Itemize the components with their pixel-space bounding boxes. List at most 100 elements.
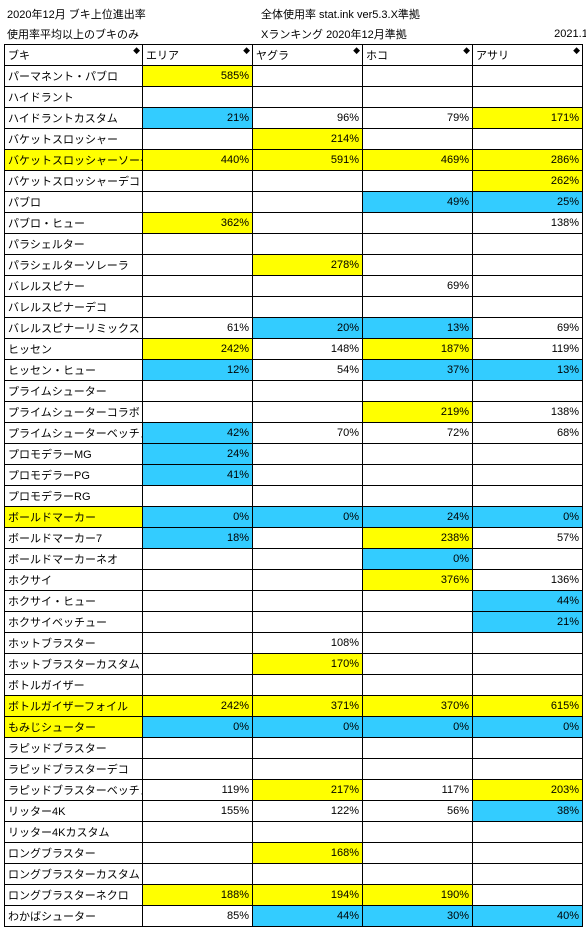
weapon-name-cell: ホットブラスター <box>5 633 143 654</box>
value-cell: 54% <box>253 360 363 381</box>
col-header-asari[interactable]: アサリ◆ <box>473 45 583 66</box>
meta-line2-left: 使用率平均以上のブキのみ <box>4 24 258 44</box>
header-row: ブキ◆ エリア◆ ヤグラ◆ ホコ◆ アサリ◆ <box>5 45 583 66</box>
value-cell <box>473 864 583 885</box>
value-cell: 18% <box>143 528 253 549</box>
value-cell: 0% <box>473 507 583 528</box>
value-cell: 37% <box>363 360 473 381</box>
table-row: ハイドラントカスタム21%96%79%171% <box>5 108 583 129</box>
weapon-name-cell: バレルスピナーデコ <box>5 297 143 318</box>
value-cell <box>363 297 473 318</box>
value-cell <box>253 675 363 696</box>
value-cell <box>363 675 473 696</box>
weapon-name-cell: リッター4K <box>5 801 143 822</box>
weapon-name-cell: パブロ・ヒュー <box>5 213 143 234</box>
table-row: ボトルガイザーフォイル242%371%370%615% <box>5 696 583 717</box>
table-row: バレルスピナーデコ <box>5 297 583 318</box>
sort-icon[interactable]: ◆ <box>133 46 140 55</box>
value-cell <box>253 465 363 486</box>
value-cell <box>253 402 363 423</box>
value-cell <box>143 675 253 696</box>
table-row: ホクサイベッチュー21% <box>5 612 583 633</box>
weapon-name-cell: バレルスピナー <box>5 276 143 297</box>
value-cell <box>143 843 253 864</box>
sort-icon[interactable]: ◆ <box>353 46 360 55</box>
weapon-name-cell: ボールドマーカー <box>5 507 143 528</box>
value-cell: 362% <box>143 213 253 234</box>
value-cell <box>253 192 363 213</box>
value-cell: 170% <box>253 654 363 675</box>
value-cell: 68% <box>473 423 583 444</box>
sort-icon[interactable]: ◆ <box>573 46 580 55</box>
table-row: わかばシューター85%44%30%40% <box>5 906 583 927</box>
value-cell: 24% <box>363 507 473 528</box>
table-row: ロングブラスターネクロ188%194%190% <box>5 885 583 906</box>
table-row: ヒッセン242%148%187%119% <box>5 339 583 360</box>
weapon-name-cell: プロモデラーRG <box>5 486 143 507</box>
weapon-name-cell: ホットブラスターカスタム <box>5 654 143 675</box>
value-cell: 194% <box>253 885 363 906</box>
value-cell: 44% <box>253 906 363 927</box>
value-cell <box>363 213 473 234</box>
value-cell <box>363 129 473 150</box>
value-cell <box>473 129 583 150</box>
value-cell: 69% <box>473 318 583 339</box>
sort-icon[interactable]: ◆ <box>243 46 250 55</box>
value-cell <box>253 297 363 318</box>
table-row: ボトルガイザー <box>5 675 583 696</box>
value-cell: 42% <box>143 423 253 444</box>
col-header-hoko[interactable]: ホコ◆ <box>363 45 473 66</box>
value-cell: 469% <box>363 150 473 171</box>
value-cell <box>363 843 473 864</box>
value-cell <box>143 864 253 885</box>
table-row: バケットスロッシャーソーダ440%591%469%286% <box>5 150 583 171</box>
weapon-name-cell: ホクサイ <box>5 570 143 591</box>
value-cell <box>473 885 583 906</box>
value-cell <box>473 675 583 696</box>
value-cell: 0% <box>253 717 363 738</box>
value-cell <box>473 843 583 864</box>
value-cell <box>473 66 583 87</box>
value-cell <box>363 87 473 108</box>
weapon-name-cell: ロングブラスターカスタム <box>5 864 143 885</box>
value-cell: 69% <box>363 276 473 297</box>
value-cell <box>363 234 473 255</box>
value-cell <box>473 297 583 318</box>
col-header-area[interactable]: エリア◆ <box>143 45 253 66</box>
weapon-name-cell: ボトルガイザー <box>5 675 143 696</box>
weapon-name-cell: プライムシューター <box>5 381 143 402</box>
value-cell <box>363 486 473 507</box>
value-cell <box>473 486 583 507</box>
value-cell: 188% <box>143 885 253 906</box>
weapon-name-cell: わかばシューター <box>5 906 143 927</box>
value-cell <box>473 234 583 255</box>
col-header-weapon[interactable]: ブキ◆ <box>5 45 143 66</box>
weapon-name-cell: パラシェルター <box>5 234 143 255</box>
col-header-yagura[interactable]: ヤグラ◆ <box>253 45 363 66</box>
weapon-name-cell: バレルスピナーリミックス <box>5 318 143 339</box>
meta-table: 2020年12月 ブキ上位進出率 全体使用率 stat.ink ver5.3.X… <box>4 4 586 44</box>
value-cell <box>253 381 363 402</box>
table-row: ラピッドブラスターベッチュー119%217%117%203% <box>5 780 583 801</box>
value-cell: 286% <box>473 150 583 171</box>
value-cell: 44% <box>473 591 583 612</box>
value-cell: 203% <box>473 780 583 801</box>
table-row: プライムシューター <box>5 381 583 402</box>
table-row: プライムシューターコラボ219%138% <box>5 402 583 423</box>
weapon-name-cell: ホクサイ・ヒュー <box>5 591 143 612</box>
table-row: ボールドマーカーネオ0% <box>5 549 583 570</box>
value-cell <box>143 633 253 654</box>
table-row: パブロ・ヒュー362%138% <box>5 213 583 234</box>
value-cell: 168% <box>253 843 363 864</box>
sort-icon[interactable]: ◆ <box>463 46 470 55</box>
weapon-name-cell: ハイドラントカスタム <box>5 108 143 129</box>
weapon-name-cell: ラピッドブラスターデコ <box>5 759 143 780</box>
value-cell <box>253 486 363 507</box>
value-cell <box>143 570 253 591</box>
value-cell <box>363 759 473 780</box>
value-cell <box>473 738 583 759</box>
value-cell: 57% <box>473 528 583 549</box>
table-row: もみじシューター0%0%0%0% <box>5 717 583 738</box>
value-cell <box>253 444 363 465</box>
table-row: ロングブラスター168% <box>5 843 583 864</box>
